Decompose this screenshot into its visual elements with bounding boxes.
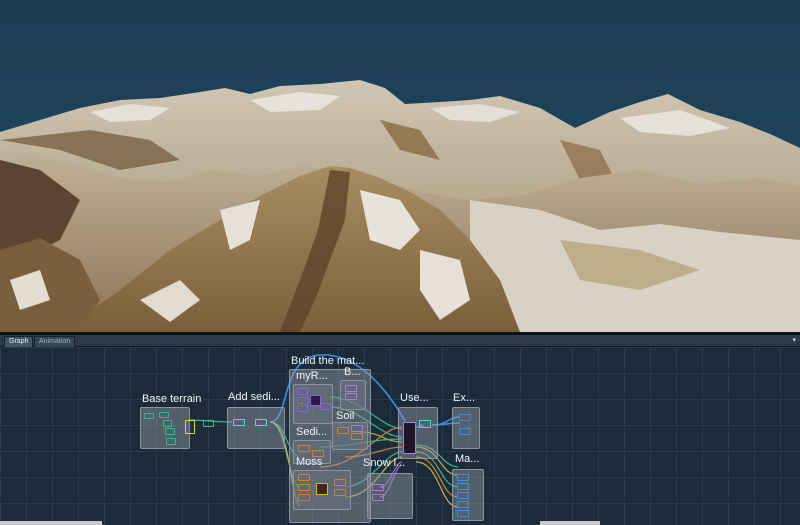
group-material[interactable] <box>452 469 484 521</box>
node[interactable] <box>459 414 471 421</box>
group-label-export: Ex... <box>453 392 476 404</box>
node[interactable] <box>166 438 176 445</box>
node[interactable] <box>297 405 308 412</box>
group-export[interactable] <box>452 407 480 449</box>
node[interactable] <box>372 494 384 501</box>
node[interactable] <box>457 501 469 508</box>
group-snow[interactable] <box>367 473 413 519</box>
group-label-material: Ma... <box>455 453 480 465</box>
group-label-b: B... <box>344 366 361 378</box>
node[interactable] <box>351 425 363 432</box>
node[interactable] <box>163 420 172 427</box>
node[interactable] <box>337 427 349 434</box>
node[interactable] <box>403 422 416 454</box>
group-b[interactable] <box>340 380 366 410</box>
node[interactable] <box>351 433 363 440</box>
group-label-base-terrain: Base terrain <box>142 393 202 405</box>
node[interactable] <box>419 420 431 428</box>
group-use[interactable] <box>398 407 438 459</box>
node[interactable] <box>297 397 308 404</box>
group-moss[interactable] <box>293 470 351 510</box>
terrain-viewport[interactable] <box>0 0 800 332</box>
group-label-use: Use... <box>400 392 429 404</box>
node[interactable] <box>372 484 384 491</box>
node[interactable] <box>298 484 310 491</box>
node[interactable] <box>144 413 154 419</box>
node[interactable] <box>185 420 195 434</box>
group-label-soil: Soil <box>336 410 355 422</box>
group-base-terrain[interactable] <box>140 407 214 449</box>
group-my-rules[interactable] <box>293 384 333 424</box>
group-build-material[interactable]: myR... B... Soil Sedi... Moss <box>289 366 371 523</box>
group-add-sediment[interactable] <box>227 407 285 449</box>
node[interactable] <box>298 445 310 452</box>
tab-animation[interactable]: Animation <box>34 336 76 347</box>
group-soil[interactable] <box>332 422 368 450</box>
node[interactable] <box>345 385 357 392</box>
group-label-add-sediment: Add sedi... <box>228 391 280 403</box>
node[interactable] <box>233 419 245 426</box>
node[interactable] <box>457 483 469 490</box>
node[interactable] <box>334 479 346 486</box>
scrollbar-thumb[interactable] <box>540 521 600 525</box>
node-graph[interactable]: Base terrain Add sedi... Build the mat..… <box>0 347 800 525</box>
terrain-render <box>0 0 800 332</box>
node[interactable] <box>255 419 267 426</box>
node[interactable] <box>345 393 357 400</box>
node[interactable] <box>298 494 310 501</box>
group-label-moss: Moss <box>296 456 323 468</box>
node[interactable] <box>457 474 469 481</box>
group-label-sediment: Sedi... <box>296 426 328 438</box>
panel-tabbar: Graph Animation ▾ <box>0 335 800 347</box>
node[interactable] <box>316 483 328 495</box>
node[interactable] <box>159 412 169 418</box>
node[interactable] <box>457 492 469 499</box>
node[interactable] <box>320 403 331 410</box>
node[interactable] <box>203 420 214 427</box>
node[interactable] <box>297 388 308 395</box>
tab-graph[interactable]: Graph <box>4 336 34 347</box>
node[interactable] <box>298 474 310 481</box>
node[interactable] <box>334 489 346 496</box>
dropdown-arrow-icon[interactable]: ▾ <box>792 336 796 346</box>
node[interactable] <box>165 428 175 435</box>
node[interactable] <box>459 428 471 435</box>
scrollbar-horizontal[interactable] <box>0 521 102 525</box>
node[interactable] <box>457 510 469 517</box>
group-label-my-rules: myR... <box>296 370 328 382</box>
